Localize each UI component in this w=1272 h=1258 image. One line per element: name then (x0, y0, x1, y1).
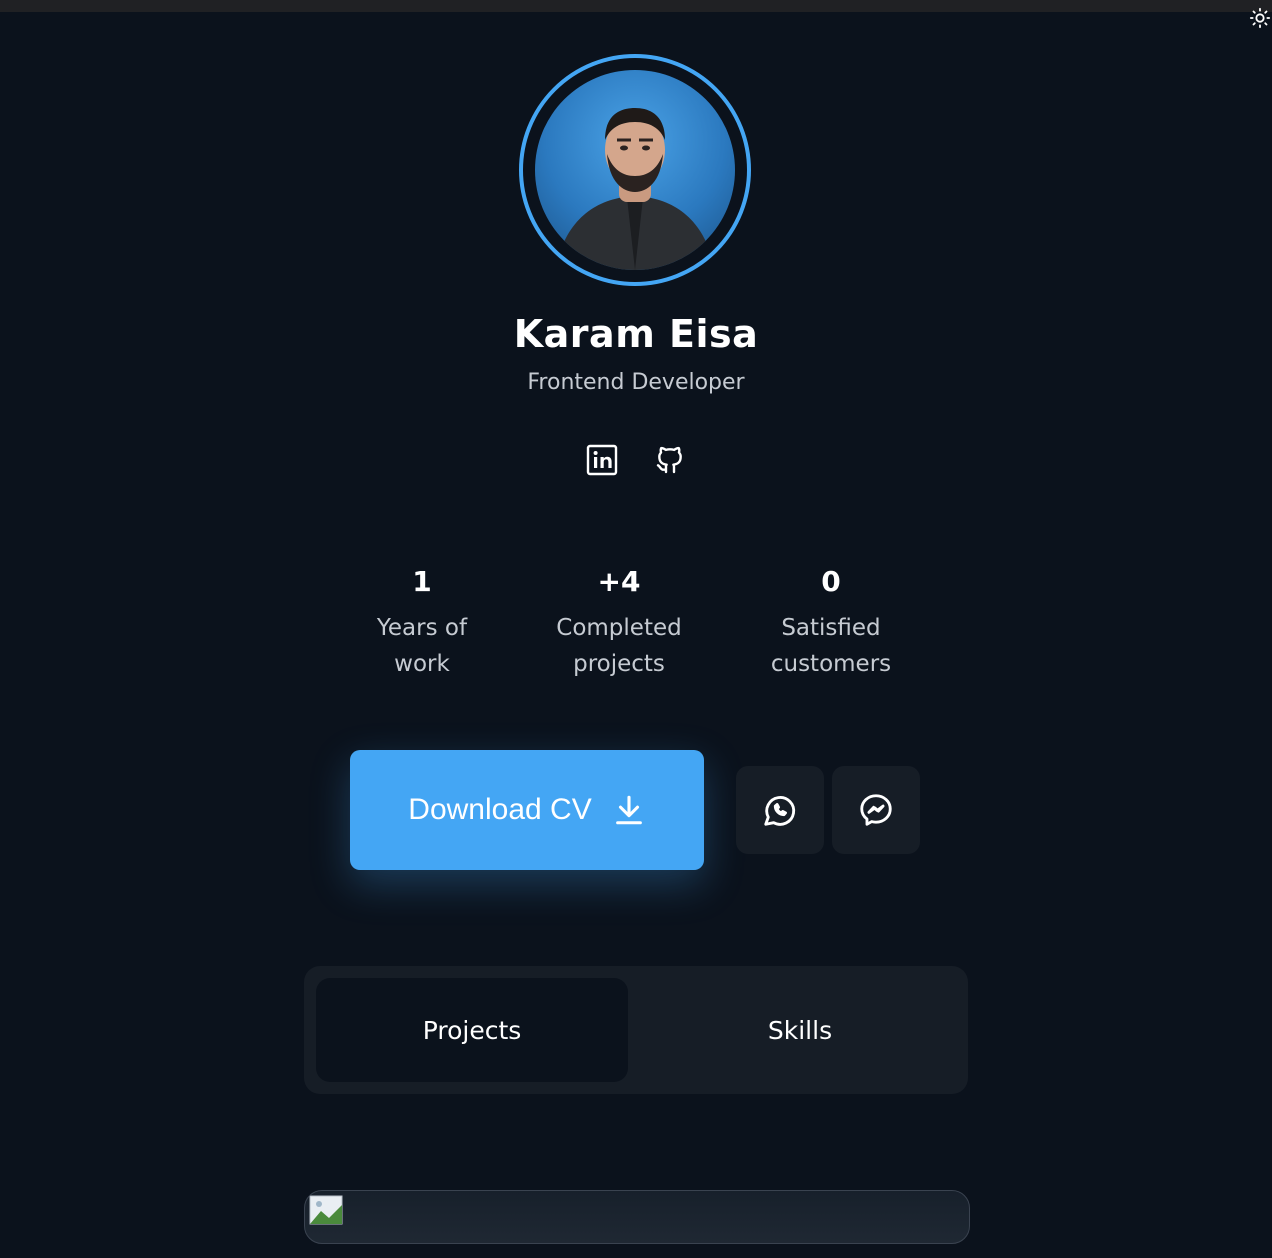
profile-page: Karam Eisa Frontend Developer 1 Years of… (0, 12, 1272, 1258)
github-icon (656, 446, 682, 474)
stat-projects: +4 Completed projects (539, 564, 699, 682)
stat-label: Completed projects (539, 610, 699, 682)
sun-icon (1249, 7, 1271, 29)
stat-value: 0 (821, 565, 841, 598)
stat-label-line1: Years of (376, 615, 468, 641)
messenger-icon (860, 794, 892, 826)
stat-customers: 0 Satisfied customers (751, 564, 911, 682)
broken-image-icon (309, 1195, 343, 1225)
profile-role: Frontend Developer (527, 370, 745, 395)
stat-years: 1 Years of work (362, 564, 482, 682)
stat-label: Years of work (362, 610, 482, 682)
avatar-portrait (555, 108, 715, 270)
stat-label-line2: customers (770, 651, 892, 677)
avatar-ring (519, 54, 751, 286)
profile-name: Karam Eisa (513, 312, 759, 356)
linkedin-icon (586, 444, 618, 476)
download-cv-button[interactable]: Download CV (350, 750, 704, 870)
github-link[interactable] (652, 442, 688, 478)
section-tabs: Projects Skills (304, 966, 968, 1094)
tab-skills[interactable]: Skills (644, 978, 956, 1082)
download-icon (615, 795, 642, 825)
browser-top-bar (0, 0, 1272, 12)
project-card[interactable] (304, 1190, 970, 1244)
whatsapp-button[interactable] (736, 766, 824, 854)
stat-value: +4 (597, 565, 641, 598)
messenger-button[interactable] (832, 766, 920, 854)
stat-label-line2: work (394, 651, 450, 677)
stats-row: 1 Years of work +4 Completed projects 0 … (0, 564, 1272, 704)
whatsapp-icon (764, 796, 796, 826)
stat-value: 1 (412, 565, 432, 598)
stat-label: Satisfied customers (751, 610, 911, 682)
download-cv-label: Download CV (408, 793, 592, 826)
stat-label-line2: projects (573, 651, 665, 677)
social-links (584, 442, 688, 478)
avatar (535, 70, 735, 270)
stat-label-line1: Completed (556, 615, 682, 641)
tab-projects[interactable]: Projects (316, 978, 628, 1082)
theme-toggle[interactable] (1248, 4, 1272, 32)
linkedin-link[interactable] (584, 442, 620, 478)
stat-label-line1: Satisfied (781, 615, 881, 641)
